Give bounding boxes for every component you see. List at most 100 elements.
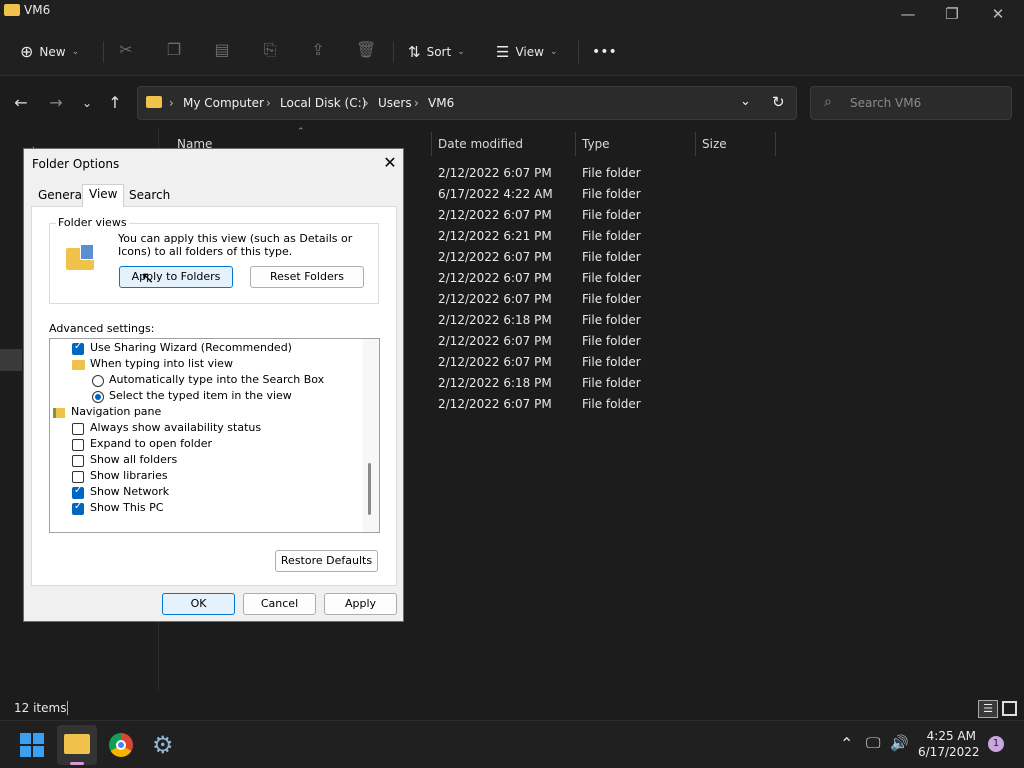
new-label: New — [39, 45, 66, 59]
nav-pane-selected-item[interactable] — [0, 349, 22, 371]
column-header-date-modified[interactable]: Date modified — [438, 137, 523, 151]
advanced-option[interactable]: Expand to open folder — [50, 437, 360, 453]
back-arrow-icon[interactable]: ← — [10, 92, 32, 114]
share-icon[interactable]: ⇪ — [308, 40, 328, 59]
advanced-option[interactable]: Automatically type into the Search Box — [50, 373, 360, 389]
advanced-option[interactable]: Show libraries — [50, 469, 360, 485]
advanced-option-label: Expand to open folder — [90, 437, 213, 450]
volume-icon[interactable]: 🔊 — [890, 734, 909, 752]
clock-date[interactable]: 6/17/2022 — [918, 745, 980, 759]
row-date-modified: 2/12/2022 6:18 PM — [438, 376, 552, 390]
advanced-option[interactable]: Show Network — [50, 485, 360, 501]
chevron-down-icon: ⌄ — [549, 47, 558, 57]
paste-icon[interactable]: ▤ — [212, 40, 232, 59]
row-type: File folder — [582, 292, 641, 306]
table-row[interactable]: 2/12/2022 6:07 PM File folder — [438, 397, 998, 418]
advanced-option[interactable]: Use Sharing Wizard (Recommended) — [50, 341, 360, 357]
table-row[interactable]: 2/12/2022 6:07 PM File folder — [438, 250, 998, 271]
radio-selected[interactable] — [92, 391, 104, 403]
column-separator[interactable] — [695, 132, 696, 156]
ok-button[interactable]: OK — [162, 593, 235, 615]
breadcrumb-users[interactable]: Users — [378, 96, 412, 110]
apply-to-folders-button[interactable]: Apply to Folders — [119, 266, 233, 288]
column-separator[interactable] — [575, 132, 576, 156]
table-row[interactable]: 2/12/2022 6:07 PM File folder — [438, 271, 998, 292]
table-row[interactable]: 6/17/2022 4:22 AM File folder — [438, 187, 998, 208]
checkbox-unchecked[interactable] — [72, 455, 84, 467]
clock-time[interactable]: 4:25 AM — [918, 729, 976, 743]
windows-start-icon[interactable] — [20, 733, 44, 757]
dialog-title: Folder Options — [32, 157, 120, 171]
tab-view[interactable]: View — [82, 184, 125, 207]
row-date-modified: 2/12/2022 6:07 PM — [438, 292, 552, 306]
refresh-icon[interactable]: ↻ — [772, 93, 785, 111]
table-row[interactable]: 2/12/2022 6:07 PM File folder — [438, 355, 998, 376]
breadcrumb-local-disk[interactable]: Local Disk (C:) — [280, 96, 366, 110]
show-hidden-icons-chevron-icon[interactable]: ⌃ — [840, 734, 853, 753]
restore-defaults-button[interactable]: Restore Defaults — [275, 550, 378, 572]
forward-arrow-icon[interactable]: → — [45, 92, 67, 114]
advanced-option[interactable]: Show This PC — [50, 501, 360, 517]
settings-gear-icon[interactable]: ⚙ — [152, 731, 174, 759]
advanced-option[interactable]: When typing into list view — [50, 357, 360, 373]
minimize-button[interactable]: — — [893, 4, 923, 24]
sort-button[interactable]: ⇅ Sort ⌄ — [408, 40, 465, 64]
details-view-icon[interactable]: ☰ — [978, 700, 998, 718]
breadcrumb-my-computer[interactable]: My Computer — [183, 96, 264, 110]
advanced-option[interactable]: Show all folders — [50, 453, 360, 469]
up-arrow-icon[interactable]: ↑ — [104, 92, 126, 114]
table-row[interactable]: 2/12/2022 6:18 PM File folder — [438, 376, 998, 397]
large-icons-view-icon[interactable] — [1002, 701, 1017, 716]
recent-locations-chevron-icon[interactable]: ⌄ — [76, 92, 98, 114]
chevron-right-icon: › — [169, 96, 174, 110]
cut-icon[interactable]: ✂ — [116, 40, 136, 59]
chrome-icon[interactable] — [109, 733, 133, 757]
folder-views-description: You can apply this view (such as Details… — [118, 232, 353, 258]
checkbox-checked[interactable] — [72, 485, 84, 499]
advanced-settings-list[interactable]: Use Sharing Wizard (Recommended) When typ… — [49, 338, 380, 533]
scrollbar-thumb[interactable] — [368, 463, 371, 515]
radio-unselected[interactable] — [92, 375, 104, 387]
view-button[interactable]: ☰ View ⌄ — [496, 40, 557, 64]
checkbox-unchecked[interactable] — [72, 471, 84, 483]
breadcrumb-vm6[interactable]: VM6 — [428, 96, 454, 110]
advanced-option[interactable]: Always show availability status — [50, 421, 360, 437]
checkbox-checked[interactable] — [72, 501, 84, 515]
table-row[interactable]: 2/12/2022 6:21 PM File folder — [438, 229, 998, 250]
search-input[interactable]: Search VM6 — [850, 96, 921, 110]
column-separator[interactable] — [775, 132, 776, 156]
network-icon[interactable]: 🖵 — [866, 734, 880, 752]
column-header-size[interactable]: Size — [702, 137, 727, 151]
column-header-type[interactable]: Type — [582, 137, 610, 151]
notification-badge[interactable]: 1 — [988, 736, 1004, 752]
advanced-option[interactable]: Navigation pane — [50, 405, 360, 421]
chevron-right-icon: › — [364, 96, 369, 110]
table-row[interactable]: 2/12/2022 6:07 PM File folder — [438, 292, 998, 313]
cancel-button[interactable]: Cancel — [243, 593, 316, 615]
table-row[interactable]: 2/12/2022 6:07 PM File folder — [438, 208, 998, 229]
rename-icon[interactable]: ⎘ — [260, 40, 280, 60]
copy-icon[interactable]: ❐ — [164, 40, 184, 59]
advanced-option[interactable]: Select the typed item in the view — [50, 389, 360, 405]
dialog-close-icon[interactable]: ✕ — [380, 153, 400, 173]
maximize-button[interactable]: ❐ — [937, 4, 967, 24]
row-date-modified: 6/17/2022 4:22 AM — [438, 187, 553, 201]
chevron-right-icon: › — [266, 96, 271, 110]
checkbox-checked[interactable] — [72, 341, 84, 355]
address-history-chevron-icon[interactable]: ⌄ — [740, 94, 751, 109]
scrollbar-track[interactable] — [363, 339, 379, 532]
close-button[interactable]: ✕ — [983, 4, 1013, 24]
checkbox-unchecked[interactable] — [72, 439, 84, 451]
apply-button[interactable]: Apply — [324, 593, 397, 615]
table-row[interactable]: 2/12/2022 6:18 PM File folder — [438, 313, 998, 334]
table-row[interactable]: 2/12/2022 6:07 PM File folder — [438, 334, 998, 355]
column-separator[interactable] — [431, 132, 432, 156]
more-options-button[interactable]: ••• — [592, 40, 617, 64]
delete-icon[interactable]: 🗑 — [356, 40, 376, 59]
table-row[interactable]: 2/12/2022 6:07 PM File folder — [438, 166, 998, 187]
tab-search[interactable]: Search — [123, 186, 176, 206]
new-button[interactable]: ⊕ New ⌄ — [20, 40, 79, 64]
sort-ascending-icon: ⌃ — [297, 127, 305, 137]
checkbox-unchecked[interactable] — [72, 423, 84, 435]
reset-folders-button[interactable]: Reset Folders — [250, 266, 364, 288]
